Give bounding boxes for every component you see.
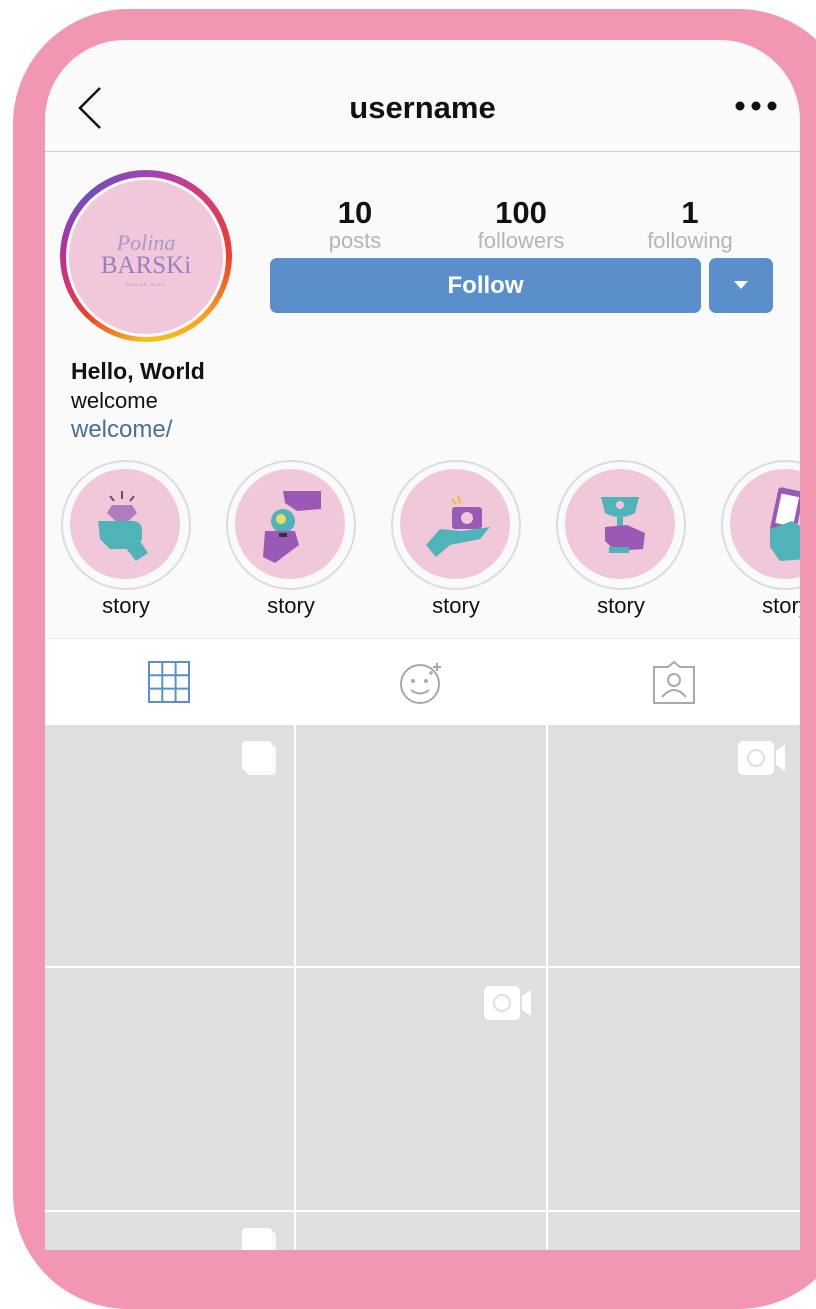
profile-screen: username Polina BARSKi GOODS GIRL 10 pos… [45,40,800,1250]
video-icon [484,986,531,1020]
highlight-cover [235,469,345,579]
hand-globe-icon [263,491,321,563]
hand-camera-icon [426,494,490,557]
highlight-cover [565,469,675,579]
sticker-face-icon[interactable] [399,661,445,705]
top-bar: username [45,40,800,152]
profile-tabs [45,638,800,726]
svg-text:BARSKi: BARSKi [101,252,191,279]
post-tile[interactable] [296,1212,546,1250]
highlight-label: story [267,593,315,618]
grid-icon[interactable] [148,661,190,703]
hand-diamond-icon [98,491,148,561]
more-horizontal-icon[interactable] [735,100,777,112]
caret-down-icon [734,281,748,289]
post-tile[interactable] [296,968,546,1210]
highlight-cover [70,469,180,579]
suggestions-dropdown-button[interactable] [709,258,773,313]
profile-name: Hello, World [71,358,205,384]
stat-label: followers [477,228,565,253]
avatar[interactable]: Polina BARSKi GOODS GIRL [69,180,223,334]
stat-label: following [647,228,733,253]
post-tile[interactable] [45,968,294,1210]
stat-following[interactable]: 1 following [615,197,765,253]
post-tile[interactable] [45,725,294,966]
post-tile[interactable] [548,968,800,1210]
post-tile[interactable] [548,725,800,966]
carousel-icon [242,1228,276,1250]
highlight-label: story [597,593,645,618]
post-tile[interactable] [45,1212,294,1250]
stat-value: 10 [337,195,373,230]
highlight-label: story [102,593,150,618]
carousel-icon [242,741,276,775]
profile-bio: welcome [71,388,158,413]
highlight-cover [400,469,510,579]
highlight-label: story [432,593,480,618]
post-tile[interactable] [296,725,546,966]
svg-text:GOODS GIRL: GOODS GIRL [126,282,166,287]
stat-label: posts [328,228,382,253]
highlight-label: story [762,593,800,618]
video-icon [738,741,785,775]
posts-grid [45,725,800,1250]
post-tile[interactable] [548,1212,800,1250]
follow-button[interactable]: Follow [270,258,701,313]
brand-logo: Polina BARSKi GOODS GIRL [101,230,191,287]
stat-value: 100 [495,195,547,230]
stat-posts[interactable]: 10 posts [280,197,430,253]
page-title: username [349,90,496,125]
stat-followers[interactable]: 100 followers [446,197,596,253]
tagged-person-icon[interactable] [652,661,696,705]
profile-link[interactable]: welcome/ [71,416,172,444]
hand-trophy-icon [601,497,645,553]
stat-value: 1 [681,195,699,230]
